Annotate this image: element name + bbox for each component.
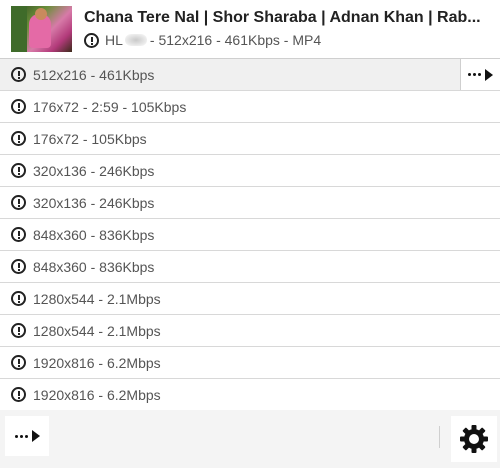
format-row[interactable]: 320x136 - 246Kbps [0, 187, 500, 219]
video-header: Chana Tere Nal | Shor Sharaba | Adnan Kh… [0, 0, 500, 58]
subtitle-prefix: HL [105, 32, 123, 48]
footer-divider [439, 426, 440, 448]
warning-circle-icon [11, 99, 26, 114]
row-more-actions-button[interactable] [460, 59, 500, 90]
format-label: 176x72 - 2:59 - 105Kbps [33, 98, 187, 115]
format-label: 1920x816 - 6.2Mbps [33, 354, 161, 371]
format-list: 512x216 - 461Kbps 176x72 - 2:59 - 105Kbps… [0, 58, 500, 411]
format-row[interactable]: 1280x544 - 2.1Mbps [0, 315, 500, 347]
video-title: Chana Tere Nal | Shor Sharaba | Adnan Kh… [84, 9, 481, 26]
more-actions-icon [14, 430, 40, 442]
format-label: 1280x544 - 2.1Mbps [33, 322, 161, 339]
format-label: 176x72 - 105Kbps [33, 130, 147, 147]
warning-circle-icon [11, 355, 26, 370]
video-thumbnail [11, 6, 72, 52]
warning-circle-icon [11, 67, 26, 82]
format-row[interactable]: 320x136 - 246Kbps [0, 155, 500, 187]
format-label: 512x216 - 461Kbps [33, 66, 155, 83]
warning-circle-icon [11, 163, 26, 178]
video-subtitle: HL - 512x216 - 461Kbps - MP4 [84, 32, 321, 48]
format-row[interactable]: 1280x544 - 2.1Mbps [0, 283, 500, 315]
footer-toolbar [0, 410, 500, 468]
format-label: 320x136 - 246Kbps [33, 162, 155, 179]
format-label: 1920x816 - 6.2Mbps [33, 386, 161, 403]
warning-circle-icon [11, 387, 26, 402]
format-row[interactable]: 848x360 - 836Kbps [0, 219, 500, 251]
format-label: 320x136 - 246Kbps [33, 194, 155, 211]
format-row[interactable]: 176x72 - 105Kbps [0, 123, 500, 155]
warning-circle-icon [11, 195, 26, 210]
warning-circle-icon [11, 227, 26, 242]
subtitle-details: - 512x216 - 461Kbps - MP4 [149, 32, 322, 48]
format-row[interactable]: 1920x816 - 6.2Mbps [0, 379, 500, 411]
more-actions-icon [468, 68, 493, 81]
format-row[interactable]: 1920x816 - 6.2Mbps [0, 347, 500, 379]
gear-icon [460, 425, 488, 453]
blurred-text [124, 34, 147, 46]
format-row[interactable]: 848x360 - 836Kbps [0, 251, 500, 283]
format-label: 848x360 - 836Kbps [33, 258, 155, 275]
warning-circle-icon [11, 131, 26, 146]
more-actions-button[interactable] [5, 416, 49, 456]
settings-button[interactable] [451, 416, 497, 462]
format-row[interactable]: 512x216 - 461Kbps [0, 59, 500, 91]
warning-circle-icon [11, 291, 26, 306]
warning-circle-icon [11, 323, 26, 338]
warning-circle-icon [84, 32, 99, 48]
format-row[interactable]: 176x72 - 2:59 - 105Kbps [0, 91, 500, 123]
warning-circle-icon [11, 259, 26, 274]
format-label: 1280x544 - 2.1Mbps [33, 290, 161, 307]
format-label: 848x360 - 836Kbps [33, 226, 155, 243]
